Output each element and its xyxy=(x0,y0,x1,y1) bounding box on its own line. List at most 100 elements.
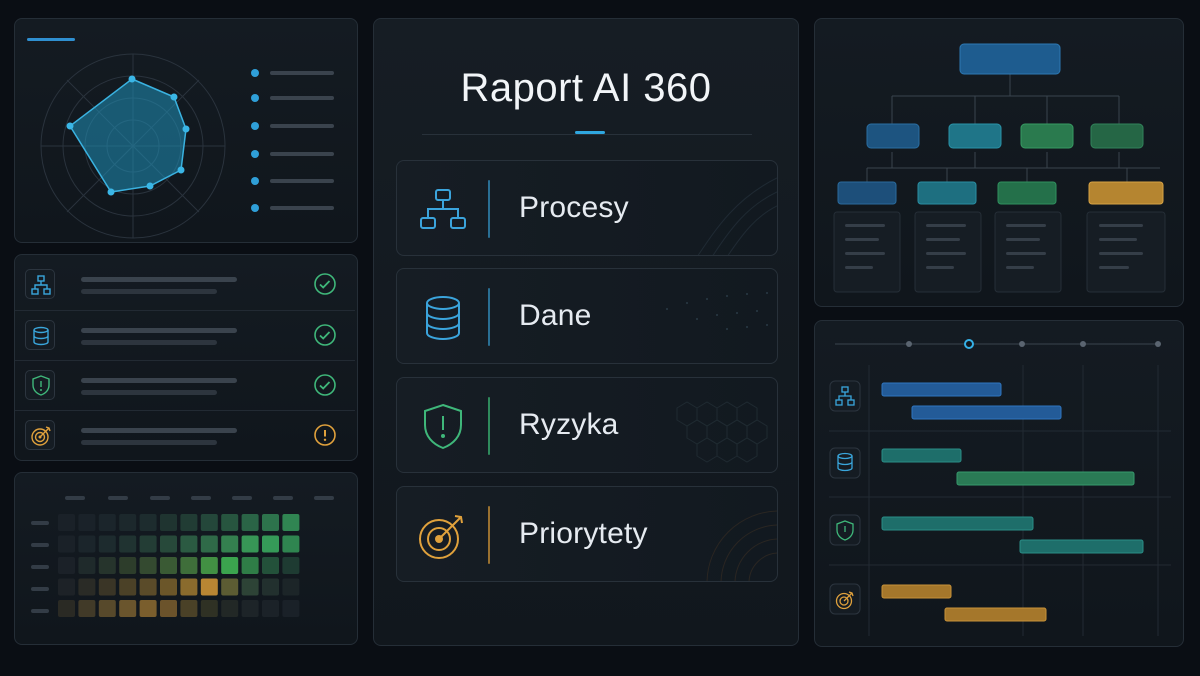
org-leaf-line xyxy=(926,224,966,227)
gantt-bar[interactable] xyxy=(911,405,1062,420)
category-card-dane[interactable]: Dane xyxy=(396,268,778,364)
legend-dot xyxy=(251,150,259,158)
legend-dot xyxy=(251,69,259,77)
heatmap-col-label xyxy=(314,496,334,500)
ok-icon xyxy=(314,324,336,346)
category-label: Priorytety xyxy=(519,517,648,550)
radar-chart xyxy=(40,53,334,239)
checklist-row[interactable] xyxy=(15,310,355,358)
org-leaf-line xyxy=(1099,238,1137,241)
database-icon xyxy=(426,296,460,341)
gantt-bar[interactable] xyxy=(881,382,1002,397)
timeline-dot xyxy=(1019,341,1025,347)
heatmap-cell xyxy=(98,535,116,553)
heatmap-cell xyxy=(221,578,239,596)
org-node xyxy=(1090,123,1144,149)
org-leaf-line xyxy=(926,252,966,255)
category-card-ryzyka[interactable]: Ryzyka xyxy=(396,377,778,473)
heatmap-cell xyxy=(119,600,137,617)
heatmap-cell xyxy=(98,578,116,596)
heatmap-cell xyxy=(180,557,198,574)
heatmap-col-label xyxy=(65,496,85,500)
org-leaf-line xyxy=(1099,224,1143,227)
legend-line xyxy=(270,206,334,210)
ok-icon xyxy=(314,374,336,396)
heatmap-cell xyxy=(160,514,177,531)
row-title-line xyxy=(81,277,237,282)
heatmap-cell xyxy=(180,578,198,596)
heatmap-cell xyxy=(282,578,300,596)
heatmap-cell xyxy=(241,600,259,617)
heatmap-col-label xyxy=(150,496,170,500)
heatmap-row-label xyxy=(31,587,49,591)
legend-line xyxy=(270,179,334,183)
gantt-bar[interactable] xyxy=(1019,539,1144,554)
org-chart-icon xyxy=(420,189,466,229)
heatmap-cell xyxy=(119,557,137,574)
ok-icon xyxy=(314,273,336,295)
heatmap-cell xyxy=(98,600,116,617)
gantt-bar[interactable] xyxy=(881,448,962,463)
gantt-bar[interactable] xyxy=(881,516,1034,531)
gantt-bar[interactable] xyxy=(881,584,952,599)
heatmap-cell xyxy=(139,578,157,596)
checklist-row[interactable] xyxy=(15,260,355,308)
heatmap-col-label xyxy=(108,496,128,500)
heatmap-cell xyxy=(262,514,279,531)
heatmap-col-label xyxy=(273,496,293,500)
category-card-priorytety[interactable]: Priorytety xyxy=(396,486,778,582)
org-leaf-line xyxy=(845,266,873,269)
legend-dot xyxy=(251,177,259,185)
checklist-row[interactable] xyxy=(15,360,355,408)
heatmap-cell xyxy=(98,557,116,574)
radar-point xyxy=(182,125,190,133)
org-leaf-line xyxy=(845,252,885,255)
checklist-row[interactable] xyxy=(15,410,355,458)
title-accent xyxy=(575,131,605,134)
row-title-line xyxy=(81,328,237,333)
heatmap-cell xyxy=(221,557,239,574)
org-leaf-header xyxy=(837,181,897,205)
heatmap-cell xyxy=(241,557,259,574)
org-leaf-header xyxy=(1088,181,1164,205)
heatmap-cell xyxy=(58,535,75,553)
heatmap-cell xyxy=(160,578,177,596)
gantt-chart xyxy=(829,339,1171,636)
category-card-procesy[interactable]: Procesy xyxy=(396,160,778,256)
heatmap-cell xyxy=(160,600,177,617)
card-separator xyxy=(488,506,490,564)
heatmap-cell xyxy=(58,557,75,574)
heatmap xyxy=(31,496,334,617)
org-leaf-line xyxy=(1006,266,1034,269)
heatmap-cell xyxy=(180,535,198,553)
timeline-dot xyxy=(1080,341,1086,347)
heatmap-row-label xyxy=(31,565,49,569)
org-leaf-line xyxy=(1006,238,1040,241)
heatmap-cell xyxy=(221,535,239,553)
row-subtitle-line xyxy=(81,390,217,395)
heatmap-cell xyxy=(262,535,279,553)
radar-point xyxy=(128,75,136,83)
heatmap-cell xyxy=(200,535,218,553)
org-leaf-line xyxy=(926,266,954,269)
heatmap-cell xyxy=(221,600,239,617)
heatmap-cell xyxy=(78,578,96,596)
shield-alert-icon xyxy=(25,370,55,400)
heatmap-cell xyxy=(200,514,218,531)
radar-area xyxy=(69,78,187,193)
row-subtitle-line xyxy=(81,340,217,345)
heatmap-cell xyxy=(200,578,218,596)
gantt-row-icon-box xyxy=(829,583,861,615)
heatmap-cell xyxy=(262,557,279,574)
legend-line xyxy=(270,124,334,128)
row-title-line xyxy=(81,428,237,433)
org-leaf-line xyxy=(1006,224,1046,227)
legend-line xyxy=(270,152,334,156)
heatmap-cell xyxy=(241,535,259,553)
heatmap-col-label xyxy=(232,496,252,500)
heatmap-cell xyxy=(180,514,198,531)
category-label: Ryzyka xyxy=(519,408,619,441)
legend-line xyxy=(270,96,334,100)
gantt-bar[interactable] xyxy=(956,471,1135,486)
gantt-bar[interactable] xyxy=(944,607,1047,622)
